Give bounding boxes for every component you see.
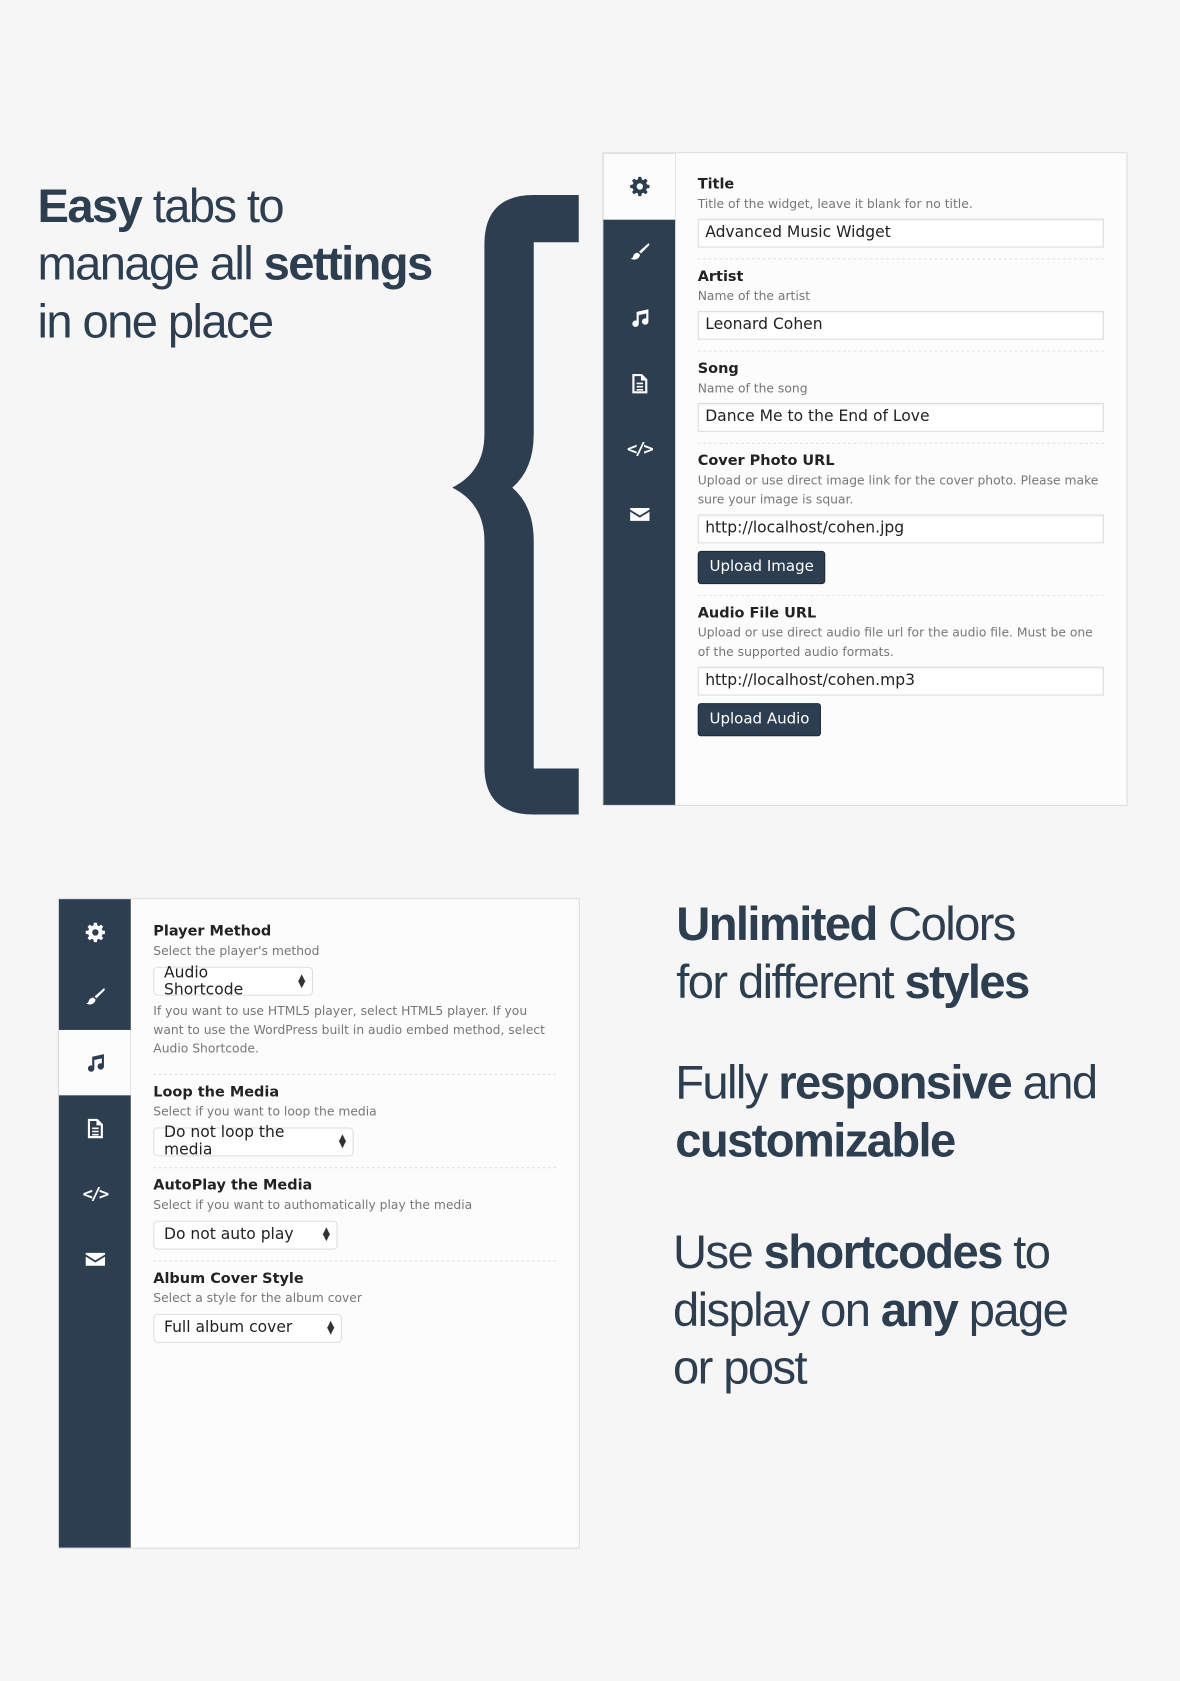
headline-bold: any [880, 1283, 959, 1337]
headline-text: Colors [876, 898, 1016, 951]
code-icon: </> [82, 1183, 110, 1204]
field-description: Name of the artist [697, 288, 811, 304]
field-label: Cover Photo URL [697, 452, 835, 470]
field-title: Title Title of the widget, leave it blan… [697, 175, 1104, 260]
field-autoplay-media: AutoPlay the Media Select if you want to… [153, 1176, 557, 1261]
field-label: Title [697, 175, 735, 193]
field-help-text: If you want to use HTML5 player, select … [153, 1003, 545, 1056]
field-description: Title of the widget, leave it blank for … [697, 196, 973, 212]
cover-photo-url-input[interactable]: http://localhost/cohen.jpg [697, 514, 1104, 544]
select-value: Do not auto play [163, 1226, 294, 1244]
select-value: Full album cover [163, 1319, 293, 1337]
gear-icon [629, 176, 649, 197]
headline-shortcodes: Use shortcodes to display on any page or… [673, 1224, 1069, 1398]
field-album-cover-style: Album Cover Style Select a style for the… [153, 1269, 556, 1353]
field-label: Loop the Media [153, 1083, 280, 1101]
field-description: Select the player's method [153, 943, 320, 959]
album-cover-style-select[interactable]: Full album cover ▲ ▼ [153, 1313, 342, 1343]
tab-content[interactable] [59, 1095, 131, 1160]
field-loop-media: Loop the Media Select if you want to loo… [153, 1083, 557, 1168]
tab-general[interactable] [59, 899, 131, 964]
document-icon [631, 373, 647, 393]
headline-text: page [957, 1283, 1069, 1337]
field-label: Song [697, 360, 739, 378]
headline-text: to [1001, 1226, 1051, 1279]
headline-bold: shortcodes [763, 1226, 1004, 1279]
upload-image-button[interactable]: Upload Image [697, 550, 826, 585]
headline-responsive: Fully responsive and customizable [675, 1055, 1098, 1171]
select-arrows-icon: ▲ ▼ [338, 1132, 347, 1150]
song-input[interactable]: Dance Me to the End of Love [697, 402, 1104, 432]
loop-media-select[interactable]: Do not loop the media ▲ ▼ [153, 1124, 354, 1159]
field-label: Audio File URL [697, 604, 817, 622]
select-arrows-icon: ▲ ▼ [326, 1319, 335, 1337]
player-method-select[interactable]: Audio Shortcode ▲ ▼ [153, 964, 313, 999]
headline-bold: customizable [675, 1114, 956, 1168]
tab-style[interactable] [603, 220, 675, 285]
field-label: Player Method [153, 922, 272, 940]
field-label: Artist [697, 267, 744, 286]
tab-style[interactable] [59, 965, 131, 1030]
tab-general[interactable] [603, 153, 676, 220]
field-audio-file: Audio File URL Upload or use direct audi… [697, 604, 1104, 747]
field-song: Song Name of the song Dance Me to the En… [697, 360, 1104, 444]
tab-code[interactable]: </> [59, 1161, 131, 1226]
headline-text: Use [673, 1226, 764, 1279]
brush-icon [85, 987, 105, 1004]
upload-audio-button[interactable]: Upload Audio [697, 703, 822, 737]
code-icon: </> [627, 438, 654, 459]
field-description: Upload or use direct audio file url for … [697, 624, 1093, 660]
select-value: Do not loop the media [163, 1124, 285, 1159]
field-cover-photo: Cover Photo URL Upload or use direct ima… [697, 452, 1104, 596]
field-description: Upload or use direct image link for the … [697, 472, 1099, 507]
tab-contact[interactable] [603, 481, 675, 546]
field-description: Select a style for the album cover [153, 1289, 362, 1305]
headline-bold: responsive [778, 1056, 1013, 1110]
tab-content-media: Player Method Select the player's method… [153, 922, 557, 1362]
artist-input[interactable]: Leonard Cohen [697, 310, 1104, 340]
music-icon [87, 1053, 104, 1072]
select-arrows-icon: ▲ ▼ [298, 972, 306, 990]
settings-panel-media: </> Player Method Select the player's me… [57, 898, 580, 1549]
field-artist: Artist Name of the artist Leonard Cohen [697, 267, 1104, 352]
headline-text: and [1011, 1056, 1098, 1110]
title-input[interactable]: Advanced Music Widget [697, 218, 1104, 248]
envelope-icon [85, 1252, 105, 1266]
select-arrows-icon: ▲ ▼ [322, 1226, 331, 1244]
field-description: Select if you want to loop the media [153, 1103, 377, 1119]
headline-bold: Unlimited [676, 898, 878, 951]
headline-text: or post [673, 1341, 808, 1395]
settings-panel-general: </> Title Title of the widget, leave it … [602, 152, 1128, 806]
brush-icon [630, 242, 649, 260]
tab-contact[interactable] [59, 1226, 131, 1291]
tab-sidebar: </> [58, 899, 131, 1548]
tab-sidebar: </> [603, 153, 676, 805]
music-icon [631, 308, 648, 327]
headline-colors: Unlimited Colors for different styles [676, 896, 1031, 1012]
gear-icon [85, 922, 105, 942]
document-icon [87, 1118, 103, 1138]
audio-file-url-input[interactable]: http://localhost/cohen.mp3 [697, 666, 1104, 696]
select-value: Audio Shortcode [163, 964, 244, 999]
brace-decoration [452, 195, 579, 815]
autoplay-select[interactable]: Do not auto play ▲ ▼ [153, 1220, 338, 1250]
field-description: Select if you want to authomatically pla… [153, 1196, 473, 1212]
field-label: Album Cover Style [153, 1269, 304, 1287]
field-description: Name of the song [697, 380, 808, 396]
field-label: AutoPlay the Media [153, 1176, 313, 1194]
tab-content-general: Title Title of the widget, leave it blan… [697, 175, 1104, 756]
headline-text: for different [676, 956, 905, 1009]
tab-media[interactable] [58, 1029, 131, 1096]
headline-text: display on [673, 1283, 881, 1337]
tab-content[interactable] [603, 350, 675, 415]
tab-media[interactable] [603, 285, 675, 350]
envelope-icon [629, 507, 649, 521]
field-player-method: Player Method Select the player's method… [153, 922, 557, 1075]
tab-code[interactable]: </> [603, 416, 675, 481]
headline-text: Fully [675, 1056, 779, 1110]
headline-bold: styles [904, 956, 1031, 1009]
